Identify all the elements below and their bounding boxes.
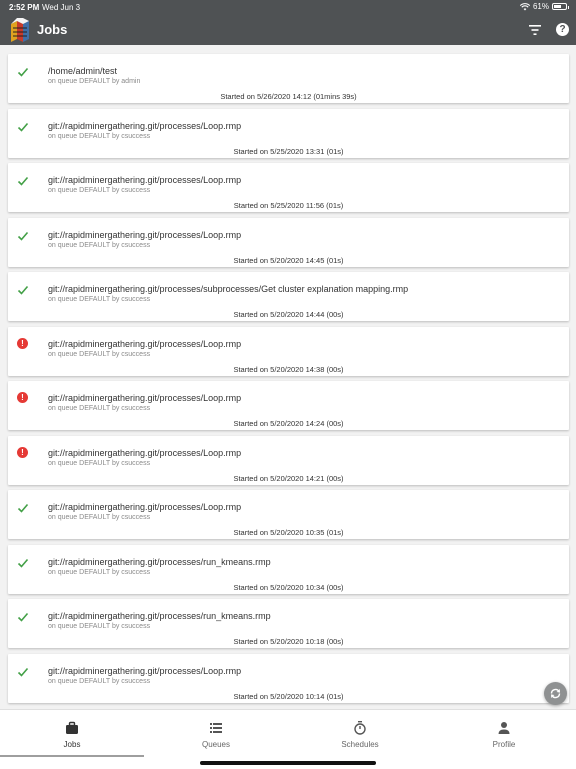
job-path: git://rapidminergathering.git/processes/…	[48, 665, 242, 676]
check-icon	[17, 665, 29, 677]
job-path: git://rapidminergathering.git/processes/…	[48, 229, 242, 240]
job-path: git://rapidminergathering.git/processes/…	[48, 284, 409, 294]
job-started: Started on 5/20/2020 10:14 (01s)	[233, 691, 344, 701]
job-card[interactable]: /home/admin/test on queue DEFAULT by admi…	[8, 54, 569, 103]
job-card[interactable]: git://rapidminergathering.git/processes/…	[8, 490, 569, 539]
job-card[interactable]: git://rapidminergathering.git/processes/…	[8, 108, 569, 158]
status-bar: 2:52 PM Wed Jun 3 61%	[0, 0, 576, 14]
tab-jobs[interactable]: Jobs	[0, 710, 144, 758]
job-queue: on queue DEFAULT by admin	[48, 78, 141, 85]
check-icon	[17, 174, 29, 186]
page-title: Jobs	[37, 22, 68, 37]
job-path: /home/admin/test	[48, 66, 118, 76]
job-card[interactable]: git://rapidminergathering.git/processes/…	[8, 544, 569, 594]
job-queue: on queue DEFAULT by csuccess	[48, 241, 151, 249]
app-bar: Jobs ?	[0, 14, 576, 45]
battery-icon	[552, 3, 569, 10]
tab-label-schedules: Schedules	[341, 740, 379, 749]
check-icon	[17, 556, 29, 568]
check-icon	[17, 229, 29, 241]
job-started: Started on 5/20/2020 10:35 (01s)	[233, 528, 344, 537]
job-queue: on queue DEFAULT by csuccess	[48, 568, 151, 576]
job-path: git://rapidminergathering.git/processes/…	[48, 611, 271, 621]
job-path: git://rapidminergathering.git/processes/…	[48, 175, 242, 185]
check-icon	[17, 120, 29, 132]
job-queue: on queue DEFAULT by csuccess	[48, 623, 151, 630]
wifi-icon	[519, 2, 530, 10]
help-icon[interactable]: ?	[556, 23, 569, 36]
app-logo-icon	[11, 18, 29, 42]
job-started: Started on 5/25/2020 11:56 (01s)	[233, 201, 344, 210]
tab-label-jobs: Jobs	[63, 740, 81, 749]
refresh-icon	[550, 688, 561, 699]
jobs-list: /home/admin/test on queue DEFAULT by admi…	[0, 45, 576, 709]
job-path: git://rapidminergathering.git/processes/…	[48, 393, 242, 403]
job-started: Started on 5/20/2020 14:21 (00s)	[233, 473, 344, 483]
job-path: git://rapidminergathering.git/processes/…	[48, 338, 242, 349]
job-queue: on queue DEFAULT by csuccess	[48, 350, 151, 358]
status-right: 61%	[519, 2, 569, 11]
tab-schedules[interactable]: Schedules	[288, 710, 432, 758]
job-queue: on queue DEFAULT by csuccess	[48, 296, 151, 303]
person-icon	[498, 722, 510, 734]
error-icon: !	[17, 392, 29, 404]
job-queue: on queue DEFAULT by csuccess	[48, 459, 151, 467]
filter-icon[interactable]	[527, 24, 543, 36]
job-started: Started on 5/20/2020 14:24 (00s)	[233, 419, 344, 428]
job-path: git://rapidminergathering.git/processes/…	[48, 120, 242, 131]
job-path: git://rapidminergathering.git/processes/…	[48, 447, 242, 458]
job-started: Started on 5/20/2020 14:44 (00s)	[233, 310, 344, 319]
job-queue: on queue DEFAULT by csuccess	[48, 514, 151, 521]
job-queue: on queue DEFAULT by csuccess	[48, 132, 151, 140]
briefcase-icon	[66, 721, 78, 734]
error-icon: !	[17, 337, 29, 350]
check-icon	[17, 610, 29, 622]
job-card[interactable]: ! git://rapidminergathering.git/processes…	[8, 435, 569, 485]
tab-label-queues: Queues	[201, 740, 231, 749]
job-card[interactable]: ! git://rapidminergathering.git/processes…	[8, 326, 569, 376]
job-started: Started on 5/26/2020 14:12 (01mins 39s)	[220, 92, 357, 101]
list-icon	[210, 723, 222, 733]
active-tab-indicator	[0, 755, 144, 757]
job-path: git://rapidminergathering.git/processes/…	[48, 556, 271, 567]
error-icon: !	[17, 446, 29, 459]
job-started: Started on 5/20/2020 10:18 (00s)	[233, 637, 344, 646]
job-queue: on queue DEFAULT by csuccess	[48, 187, 151, 194]
refresh-button[interactable]	[544, 682, 567, 705]
home-indicator	[200, 761, 376, 765]
timer-icon	[354, 721, 366, 735]
bottom-nav: Jobs Queues Schedules Profile	[0, 709, 576, 769]
job-started: Started on 5/20/2020 10:34 (00s)	[233, 582, 344, 592]
check-icon	[17, 65, 29, 77]
job-path: git://rapidminergathering.git/processes/…	[48, 502, 242, 512]
check-icon	[17, 283, 29, 295]
status-date: Wed Jun 3	[42, 3, 81, 12]
job-card[interactable]: git://rapidminergathering.git/processes/…	[8, 599, 569, 648]
job-started: Started on 5/25/2020 13:31 (01s)	[233, 146, 344, 156]
job-card[interactable]: ! git://rapidminergathering.git/processes…	[8, 381, 569, 430]
job-started: Started on 5/20/2020 14:38 (00s)	[233, 364, 344, 374]
job-card[interactable]: git://rapidminergathering.git/processes/…	[8, 163, 569, 212]
job-card[interactable]: git://rapidminergathering.git/processes/…	[8, 217, 569, 267]
tab-label-profile: Profile	[492, 740, 516, 749]
tab-queues[interactable]: Queues	[144, 710, 288, 758]
job-queue: on queue DEFAULT by csuccess	[48, 677, 151, 685]
check-icon	[17, 501, 29, 513]
tab-profile[interactable]: Profile	[432, 710, 576, 758]
job-card[interactable]: git://rapidminergathering.git/processes/…	[8, 653, 569, 703]
job-started: Started on 5/20/2020 14:45 (01s)	[233, 255, 344, 265]
job-queue: on queue DEFAULT by csuccess	[48, 405, 151, 412]
battery-percent: 61%	[532, 2, 549, 11]
job-card[interactable]: git://rapidminergathering.git/processes/…	[8, 272, 569, 321]
status-time: 2:52 PM	[9, 3, 40, 12]
